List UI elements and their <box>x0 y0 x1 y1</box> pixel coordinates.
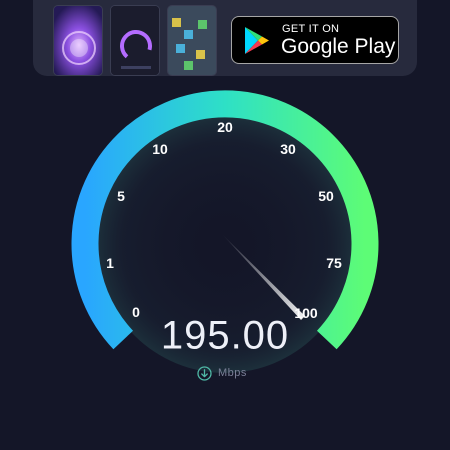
tick-label: 20 <box>217 119 233 135</box>
tick-label: 10 <box>152 141 168 157</box>
tick-label: 50 <box>318 188 334 204</box>
unit-indicator: Mbps <box>197 364 247 382</box>
speedtest-screen: GET IT ON Google Play 0 1 5 10 20 30 50 … <box>0 0 450 450</box>
tick-label: 1 <box>106 255 114 271</box>
tick-label: 100 <box>294 305 318 321</box>
tick-label: 30 <box>280 141 296 157</box>
tick-label: 75 <box>326 255 342 271</box>
speed-readout: 195.00 <box>160 313 290 358</box>
speed-gauge <box>71 90 379 373</box>
download-arrow-icon <box>197 365 212 381</box>
tick-label: 5 <box>117 188 125 204</box>
unit-label: Mbps <box>218 367 247 379</box>
tick-label: 0 <box>132 304 140 320</box>
